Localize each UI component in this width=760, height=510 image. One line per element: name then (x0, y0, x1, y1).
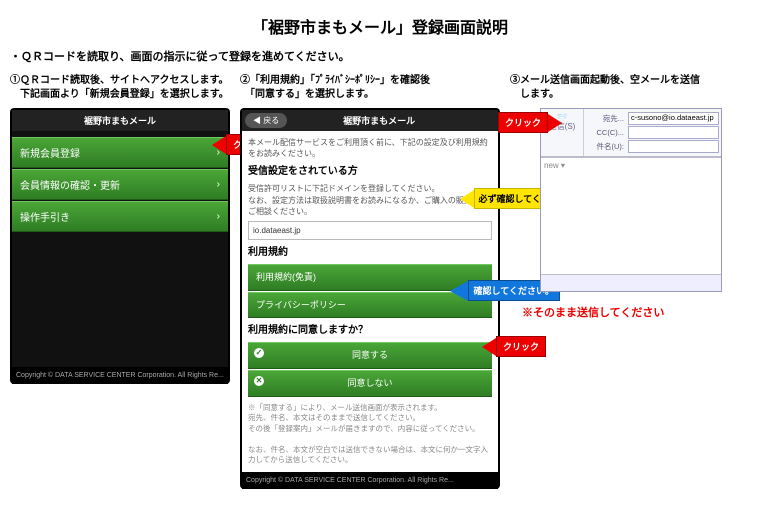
red-note: ※そのまま送信してください (522, 304, 730, 320)
subject-field[interactable] (628, 140, 719, 153)
phone-1: 裾野市まもメール 新規会員登録 › 会員情報の確認・更新 › 操作手引き › (10, 108, 230, 384)
cc-field[interactable] (628, 126, 719, 139)
step-3-caption: ③メール送信画面起動後、空メールを送信 します。 (510, 74, 730, 102)
step-1-caption: ①ＱＲコード読取後、サイトへアクセスします。 下記画面より「新規会員登録」を選択… (10, 74, 230, 102)
mail-window: 📨送信(S) 宛先...c-susono@io.dataeast.jp CC(C… (540, 108, 722, 292)
mail-body[interactable]: new ▾ (541, 157, 721, 274)
domain-box: io.dataeast.jp (248, 221, 492, 240)
menu-label: 新規会員登録 (20, 145, 80, 160)
chevron-right-icon: › (217, 179, 220, 190)
chevron-right-icon: › (217, 211, 220, 222)
phone-2-title: 裾野市まもメール (293, 114, 465, 127)
back-button[interactable]: ◀ 戻る (245, 113, 287, 128)
page-title: 「裾野市まもメール」登録画面説明 (10, 14, 750, 38)
copyright: Copyright © DATA SERVICE CENTER Corporat… (242, 472, 498, 489)
callout-click-3: クリック (498, 112, 562, 133)
menu-label: 操作手引き (20, 209, 70, 224)
agree-button[interactable]: ✓同意する (248, 342, 492, 369)
menu-confirm-update[interactable]: 会員情報の確認・更新 › (12, 169, 228, 200)
menu-guide[interactable]: 操作手引き › (12, 201, 228, 232)
to-label[interactable]: 宛先... (586, 113, 628, 124)
menu-new-register[interactable]: 新規会員登録 › (12, 137, 228, 168)
intro-text: 本メール配信サービスをご利用頂く前に、下記の設定及び利用規約をお読みください。 (248, 137, 492, 159)
lead-text: ・ＱＲコードを読取り、画面の指示に従って登録を進めてください。 (10, 48, 750, 64)
cc-label[interactable]: CC(C)... (586, 128, 628, 137)
terms-heading: 利用規約 (248, 246, 492, 260)
back-icon: ◀ (253, 116, 261, 125)
recv-text: 受信許可リストに下記ドメインを登録してください。 なお、設定方法は取扱説明書をお… (248, 183, 492, 217)
attach-bar (541, 274, 721, 291)
recv-heading: 受信設定をされている方 (248, 165, 492, 179)
callout-click-2: クリック (482, 336, 546, 357)
back-bar: ◀ 戻る 裾野市まもメール (242, 110, 498, 131)
cross-icon: ✕ (254, 376, 264, 386)
phone-1-title: 裾野市まもメール (12, 110, 228, 131)
disagree-button[interactable]: ✕同意しない (248, 370, 492, 397)
agree-question: 利用規約に同意しますか？ (248, 324, 492, 338)
menu-label: 会員情報の確認・更新 (20, 177, 120, 192)
agree-note: ※「同意する」により、メール送信画面が表示されます。 宛先、件名、本文はそのまま… (248, 403, 492, 466)
columns: ①ＱＲコード読取後、サイトへアクセスします。 下記画面より「新規会員登録」を選択… (10, 74, 750, 489)
subject-label: 件名(U): (586, 141, 628, 152)
copyright: Copyright © DATA SERVICE CENTER Corporat… (12, 367, 228, 384)
check-icon: ✓ (254, 348, 264, 358)
step-2-caption: ②「利用規約」「ﾌﾟﾗｲﾊﾞｼｰﾎﾟﾘｼｰ」を確認後 「同意する」を選択します。 (240, 74, 500, 102)
to-field[interactable]: c-susono@io.dataeast.jp (628, 112, 719, 125)
